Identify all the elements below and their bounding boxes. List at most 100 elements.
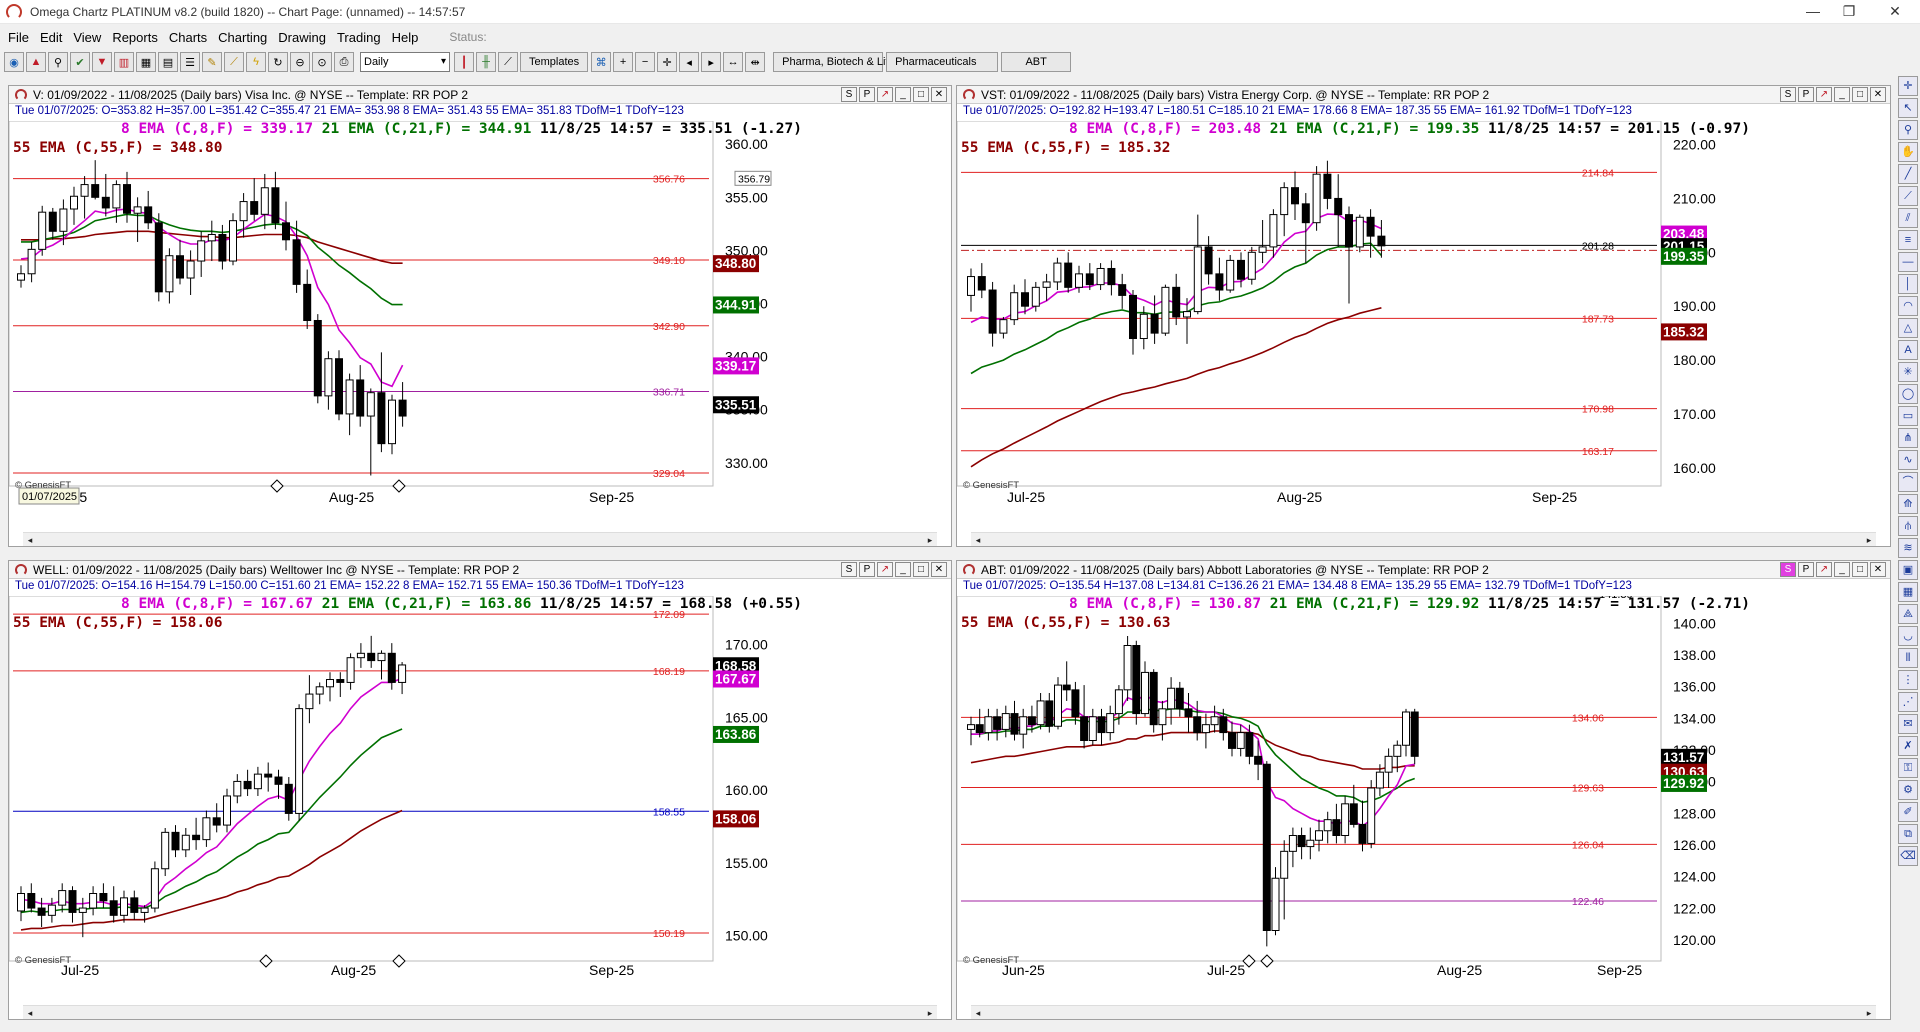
bar-chart-icon[interactable]: ┃ [454, 52, 474, 72]
vline-icon[interactable]: │ [1898, 274, 1918, 294]
crosshair-icon[interactable]: ✛ [1898, 76, 1918, 96]
table-icon[interactable]: ▤ [158, 52, 178, 72]
delete-icon[interactable]: ⌫ [1898, 846, 1918, 866]
maximize-chart-button[interactable]: □ [913, 87, 929, 102]
horizontal-scrollbar[interactable]: ◂ ▸ [23, 532, 937, 546]
chart-header[interactable]: V: 01/09/2022 - 11/08/2025 (Daily bars) … [9, 86, 951, 104]
price-plot[interactable]: 172.09168.19158.55150.19170.00165.00160.… [9, 596, 952, 994]
fib-icon[interactable]: ≡ [1898, 230, 1918, 250]
close-chart-button[interactable]: ✕ [931, 562, 947, 577]
andrews-icon[interactable]: ⫛ [1898, 516, 1918, 536]
settings-icon[interactable]: ⚙ [1898, 780, 1918, 800]
templates-button[interactable]: Templates [520, 52, 589, 72]
minimize-chart-button[interactable]: _ [1834, 562, 1850, 577]
gann-icon[interactable]: ✳ [1898, 362, 1918, 382]
link-icon[interactable]: ↗ [877, 87, 893, 102]
scroll-left-icon[interactable]: ◂ [23, 533, 37, 546]
link-icon[interactable]: ↗ [877, 562, 893, 577]
grid-icon[interactable]: ▦ [136, 52, 156, 72]
chart-window-v[interactable]: V: 01/09/2022 - 11/08/2025 (Daily bars) … [8, 85, 952, 547]
triangle-icon[interactable]: △ [1898, 318, 1918, 338]
hand-icon[interactable]: ✋ [1898, 142, 1918, 162]
close-chart-button[interactable]: ✕ [931, 87, 947, 102]
report-icon[interactable]: ▥ [114, 52, 134, 72]
ray-icon[interactable]: ⟋ [1898, 186, 1918, 206]
regression-icon[interactable]: ≋ [1898, 538, 1918, 558]
retrace-icon[interactable]: ⋮ [1898, 670, 1918, 690]
menu-view[interactable]: View [73, 30, 101, 45]
pan-right-icon[interactable]: ▸ [701, 52, 722, 72]
speed-icon[interactable]: ⟰ [1898, 494, 1918, 514]
zoom-in-icon[interactable]: + [613, 52, 634, 72]
menu-edit[interactable]: Edit [40, 30, 62, 45]
s-button[interactable]: S [841, 87, 857, 102]
zoom-out-icon[interactable]: − [635, 52, 656, 72]
trendline-icon[interactable]: ╱ [1898, 164, 1918, 184]
minimize-chart-button[interactable]: _ [895, 562, 911, 577]
stop-icon[interactable]: ⊖ [290, 52, 310, 72]
tab-pharmaceuticals[interactable]: Pharmaceuticals [886, 52, 999, 72]
refresh-icon[interactable]: ↻ [268, 52, 288, 72]
pencil-icon[interactable]: ✎ [202, 52, 222, 72]
price-plot[interactable]: 214.84 201.28 187.73 170.98 163.17 220.00 210.… [957, 121, 1891, 521]
candle-chart-icon[interactable]: ╫ [476, 52, 496, 72]
scroll-right-icon[interactable]: ▸ [1862, 1006, 1876, 1019]
wave-icon[interactable]: ∿ [1898, 450, 1918, 470]
menu-reports[interactable]: Reports [112, 30, 158, 45]
line-chart-icon[interactable]: ⟋ [498, 52, 518, 72]
menu-drawing[interactable]: Drawing [278, 30, 326, 45]
link-icon[interactable]: ↗ [1816, 87, 1832, 102]
chart-window-abt[interactable]: ABT: 01/09/2022 - 11/08/2025 (Daily bars… [956, 560, 1891, 1020]
hline-icon[interactable]: — [1898, 252, 1918, 272]
p-button[interactable]: P [1798, 87, 1814, 102]
scroll-right-icon[interactable]: ▸ [923, 533, 937, 546]
horizontal-scrollbar[interactable]: ◂ ▸ [971, 532, 1876, 546]
horizontal-scrollbar[interactable]: ◂ ▸ [971, 1005, 1876, 1019]
maximize-chart-button[interactable]: □ [1852, 562, 1868, 577]
channel-icon[interactable]: ⫽ [1898, 208, 1918, 228]
magnify-icon[interactable]: ⚲ [1898, 120, 1918, 140]
arc-icon[interactable]: ◠ [1898, 296, 1918, 316]
menu-trading[interactable]: Trading [337, 30, 381, 45]
ellipse-icon[interactable]: ◯ [1898, 384, 1918, 404]
erase-icon[interactable]: ✗ [1898, 736, 1918, 756]
p-button[interactable]: P [859, 87, 875, 102]
close-chart-button[interactable]: ✕ [1870, 87, 1886, 102]
extension-icon[interactable]: ⋰ [1898, 692, 1918, 712]
cursor-icon[interactable]: ✛ [657, 52, 678, 72]
network-icon[interactable]: ⌘ [591, 52, 612, 72]
chart-window-vst[interactable]: VST: 01/09/2022 - 11/08/2025 (Daily bars… [956, 85, 1891, 547]
chart-header[interactable]: ABT: 01/09/2022 - 11/08/2025 (Daily bars… [957, 561, 1890, 579]
minimize-chart-button[interactable]: _ [1834, 87, 1850, 102]
maximize-chart-button[interactable]: □ [1852, 87, 1868, 102]
period-select[interactable]: Daily [360, 52, 450, 72]
close-button[interactable]: ✕ [1872, 0, 1918, 24]
paint-icon[interactable]: ✐ [1898, 802, 1918, 822]
cycle-icon[interactable]: ⌒ [1898, 472, 1918, 492]
s-button[interactable]: S [1780, 87, 1796, 102]
restore-button[interactable]: ❐ [1826, 0, 1872, 24]
ruler-icon[interactable]: ⟋ [224, 52, 244, 72]
chart-window-well[interactable]: WELL: 01/09/2022 - 11/08/2025 (Daily bar… [8, 560, 952, 1020]
scroll-left-icon[interactable]: ◂ [23, 1006, 37, 1019]
arc-fib-icon[interactable]: ◡ [1898, 626, 1918, 646]
square-icon[interactable]: ▣ [1898, 560, 1918, 580]
lightning-icon[interactable]: ϟ [246, 52, 266, 72]
print-icon[interactable]: ⎙ [334, 52, 354, 72]
close-chart-button[interactable]: ✕ [1870, 562, 1886, 577]
pitchfork-icon[interactable]: ⋔ [1898, 428, 1918, 448]
globe-icon[interactable]: ◉ [4, 52, 24, 72]
menu-charting[interactable]: Charting [218, 30, 267, 45]
minimize-chart-button[interactable]: _ [895, 87, 911, 102]
tab-pharma-biotech[interactable]: Pharma, Biotech & Lif [773, 52, 889, 72]
price-plot[interactable]: 356.76 349.10 342.90 336.71 329.04 360.00 355.… [9, 121, 952, 521]
s-button[interactable]: S [841, 562, 857, 577]
menu-help[interactable]: Help [392, 30, 419, 45]
volume-icon[interactable]: ▼ [92, 52, 112, 72]
horizontal-scrollbar[interactable]: ◂ ▸ [23, 1005, 937, 1019]
p-button[interactable]: P [859, 562, 875, 577]
chart-header[interactable]: WELL: 01/09/2022 - 11/08/2025 (Daily bar… [9, 561, 951, 579]
scroll-right-icon[interactable]: ▸ [923, 1006, 937, 1019]
filter-icon[interactable]: ⚲ [48, 52, 68, 72]
note-icon[interactable]: ✉ [1898, 714, 1918, 734]
